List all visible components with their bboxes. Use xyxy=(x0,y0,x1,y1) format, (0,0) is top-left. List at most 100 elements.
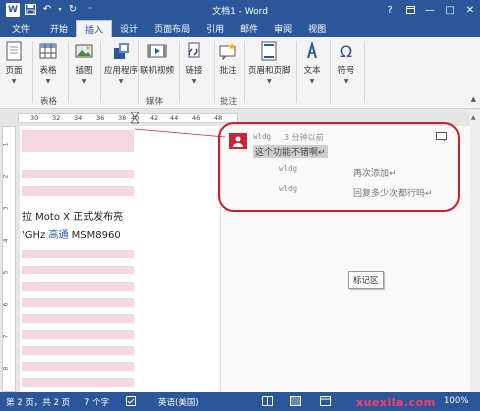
proofing-icon[interactable] xyxy=(126,396,137,410)
body-text-line[interactable]: 'GHz 高通 MSM8960 xyxy=(22,226,121,241)
ribbon-display-button[interactable] xyxy=(400,0,420,20)
highlighted-text-block xyxy=(22,330,134,339)
document-page[interactable]: 拉 Moto X 正式发布亮 'GHz 高通 MSM8960 xyxy=(20,126,220,392)
chevron-down-icon: ▼ xyxy=(266,78,272,85)
highlighted-text-block xyxy=(22,282,134,291)
ruler-number: 7 xyxy=(2,334,10,339)
vertical-ruler[interactable]: 1 2 3 4 5 6 7 8 xyxy=(2,126,16,392)
highlighted-text-block xyxy=(22,362,134,371)
highlighted-text-block xyxy=(22,250,134,258)
tab-mailings[interactable]: 邮件 xyxy=(232,20,266,37)
table-button[interactable]: 表格 ▼ xyxy=(38,40,58,85)
table-icon xyxy=(38,40,58,62)
ruler-number: 8 xyxy=(2,366,10,371)
tab-view[interactable]: 视图 xyxy=(300,20,334,37)
close-button[interactable]: ✕ xyxy=(460,0,480,20)
new-comment-label: 批注 xyxy=(219,66,237,76)
ribbon-tabs: 文件 开始 插入 设计 页面布局 引用 邮件 审阅 视图 xyxy=(0,20,480,37)
picture-icon xyxy=(74,40,94,62)
minimize-button[interactable]: — xyxy=(420,0,440,20)
group-divider xyxy=(100,41,101,103)
ruler-number: 34 xyxy=(74,114,83,122)
ruler-number: 5 xyxy=(2,270,10,275)
apps-label: 应用程序 xyxy=(104,66,139,76)
pages-button[interactable]: 页面 ▼ xyxy=(4,40,24,85)
ruler-number: 6 xyxy=(2,302,10,307)
comment-highlight-oval xyxy=(218,122,460,212)
highlighted-text-block xyxy=(22,186,134,196)
group-divider xyxy=(68,41,69,103)
tab-review[interactable]: 审阅 xyxy=(266,20,300,37)
ruler-number: 2 xyxy=(2,174,10,179)
pages-label: 页面 xyxy=(5,66,23,76)
symbols-button[interactable]: Ω 符号 ▼ xyxy=(336,40,356,86)
header-footer-icon xyxy=(259,40,279,62)
ruler-number: 42 xyxy=(150,114,159,122)
ruler-number: 46 xyxy=(192,114,201,122)
collapse-ribbon-icon[interactable]: ▲ xyxy=(471,95,476,103)
vertical-scrollbar[interactable]: ▲ xyxy=(470,110,480,392)
group-label-media: 媒体 xyxy=(146,97,164,107)
table-label: 表格 xyxy=(39,66,57,76)
highlighted-text-block xyxy=(22,266,134,274)
links-label: 链接 xyxy=(185,66,203,76)
language-indicator[interactable]: 英语(美国) xyxy=(158,396,199,408)
page-count[interactable]: 第 2 页，共 2 页 xyxy=(6,396,70,408)
web-layout-icon[interactable] xyxy=(320,396,331,409)
group-divider xyxy=(214,41,215,103)
ribbon: 页面 ▼ 表格 ▼ 表格 插图 ▼ 应用程序 ▼ 联机视频 媒体 链接 ▼ 批注… xyxy=(0,37,480,109)
online-video-label: 联机视频 xyxy=(140,66,175,76)
header-footer-label: 页眉和页脚 xyxy=(248,66,291,76)
scroll-up-icon[interactable]: ▲ xyxy=(471,114,476,121)
chevron-down-icon: ▼ xyxy=(11,78,17,85)
chevron-down-icon: ▼ xyxy=(118,78,124,85)
ruler-number: 44 xyxy=(170,114,179,122)
zoom-level[interactable]: 100% xyxy=(444,396,468,406)
text-icon xyxy=(302,40,322,62)
ruler-number: 4 xyxy=(2,238,10,243)
tab-insert[interactable]: 插入 xyxy=(76,20,113,37)
text-label: 文本 xyxy=(303,66,321,76)
help-button[interactable]: ? xyxy=(380,0,400,20)
word-count[interactable]: 7 个字 xyxy=(84,396,109,408)
links-button[interactable]: 链接 ▼ xyxy=(184,40,204,85)
apps-icon xyxy=(111,40,131,62)
print-layout-icon[interactable] xyxy=(290,396,301,409)
title-bar: W ↶ ▾ ↻ ⁼ 文档1 - Word ? — □ ✕ xyxy=(0,0,480,20)
group-divider xyxy=(138,41,139,103)
group-divider xyxy=(364,41,365,103)
tab-design[interactable]: 设计 xyxy=(112,20,146,37)
header-footer-button[interactable]: 页眉和页脚 ▼ xyxy=(248,40,291,85)
ruler-bar xyxy=(18,113,238,123)
tab-file[interactable]: 文件 xyxy=(0,20,43,37)
group-divider xyxy=(296,41,297,103)
comment-connector-line xyxy=(135,128,225,138)
page-icon xyxy=(4,40,24,62)
maximize-button[interactable]: □ xyxy=(440,0,460,20)
chevron-down-icon: ▼ xyxy=(45,78,51,85)
read-mode-icon[interactable] xyxy=(262,396,273,409)
text-button[interactable]: 文本 ▼ xyxy=(302,40,322,85)
illustrations-button[interactable]: 插图 ▼ xyxy=(74,40,94,85)
highlighted-text-block xyxy=(22,346,134,355)
tab-references[interactable]: 引用 xyxy=(198,20,232,37)
ruler-number: 1 xyxy=(2,142,10,147)
new-comment-button[interactable]: 批注 xyxy=(218,40,238,76)
tab-page-layout[interactable]: 页面布局 xyxy=(146,20,198,37)
group-divider xyxy=(330,41,331,103)
hyperlink-text[interactable]: 高通 xyxy=(48,230,68,241)
group-divider xyxy=(244,41,245,103)
chevron-down-icon: ▼ xyxy=(191,78,197,85)
body-text-line[interactable]: 拉 Moto X 正式发布亮 xyxy=(22,208,123,223)
ruler-number: 36 xyxy=(96,114,105,122)
ruler-number: 32 xyxy=(52,114,61,122)
highlighted-text-block xyxy=(22,298,134,307)
online-video-button[interactable]: 联机视频 xyxy=(140,40,174,76)
group-label-comments: 批注 xyxy=(220,97,238,107)
ruler-number: 3 xyxy=(2,206,10,211)
symbol-icon: Ω xyxy=(339,41,353,61)
indent-marker-icon[interactable] xyxy=(131,112,139,124)
video-icon xyxy=(147,40,167,62)
tab-home[interactable]: 开始 xyxy=(42,20,76,37)
apps-button[interactable]: 应用程序 ▼ xyxy=(104,40,138,85)
